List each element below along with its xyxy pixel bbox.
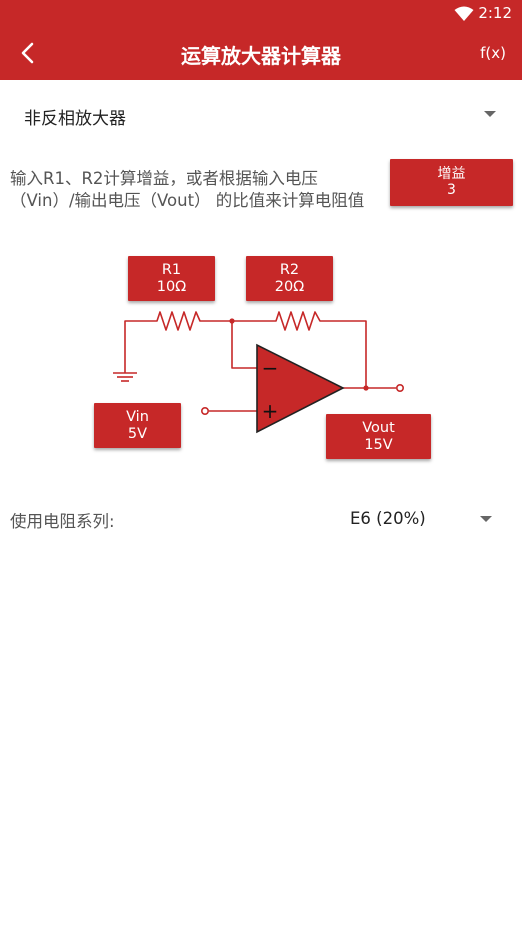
amplifier-type-dropdown[interactable]: 非反相放大器 xyxy=(0,92,522,136)
gain-button[interactable]: 增益 3 xyxy=(390,159,513,206)
status-time: 2:12 xyxy=(478,4,512,22)
vout-button[interactable]: Vout 15V xyxy=(326,414,431,459)
resistor-series-label: 使用电阻系列: xyxy=(10,512,115,531)
gain-label: 增益 xyxy=(437,166,466,182)
inverting-sign: − xyxy=(262,356,279,380)
ground-icon xyxy=(113,372,137,382)
amplifier-type-value: 非反相放大器 xyxy=(24,109,126,129)
gain-value: 3 xyxy=(447,182,456,198)
r1-label: R1 xyxy=(161,262,182,278)
vin-button[interactable]: Vin 5V xyxy=(94,403,181,448)
vin-terminal xyxy=(201,406,210,415)
chevron-down-icon xyxy=(484,111,496,117)
junction-dot xyxy=(363,385,369,391)
vin-value: 5V xyxy=(127,426,148,442)
wifi-icon xyxy=(454,6,474,21)
page-title: 运算放大器计算器 xyxy=(181,44,341,68)
status-bar: 2:12 xyxy=(0,0,522,27)
vout-value: 15V xyxy=(364,437,393,453)
ground-wire xyxy=(124,320,151,373)
r2-value: 20Ω xyxy=(274,279,305,295)
junction-dot xyxy=(229,318,235,324)
chevron-down-icon xyxy=(480,516,492,522)
r2-label: R2 xyxy=(279,262,300,278)
resistor-series-value: E6 (20%) xyxy=(350,509,426,528)
app-toolbar: 运算放大器计算器 f(x) xyxy=(0,27,522,80)
resistor-series-dropdown[interactable]: E6 (20%) xyxy=(340,498,512,538)
formula-button[interactable]: f(x) xyxy=(480,44,506,62)
instructions-text: 输入R1、R2计算增益，或者根据输入电压（Vin）/输出电压（Vout） 的比值… xyxy=(10,169,365,210)
vin-label: Vin xyxy=(126,409,149,425)
noninverting-sign: + xyxy=(262,399,279,423)
r1-button[interactable]: R1 10Ω xyxy=(128,256,215,301)
inverting-input-wire xyxy=(231,321,257,369)
resistor-r1-icon xyxy=(151,311,232,331)
vout-label: Vout xyxy=(362,420,395,436)
r1-value: 10Ω xyxy=(156,279,187,295)
r2-button[interactable]: R2 20Ω xyxy=(246,256,333,301)
vout-terminal xyxy=(395,383,404,392)
